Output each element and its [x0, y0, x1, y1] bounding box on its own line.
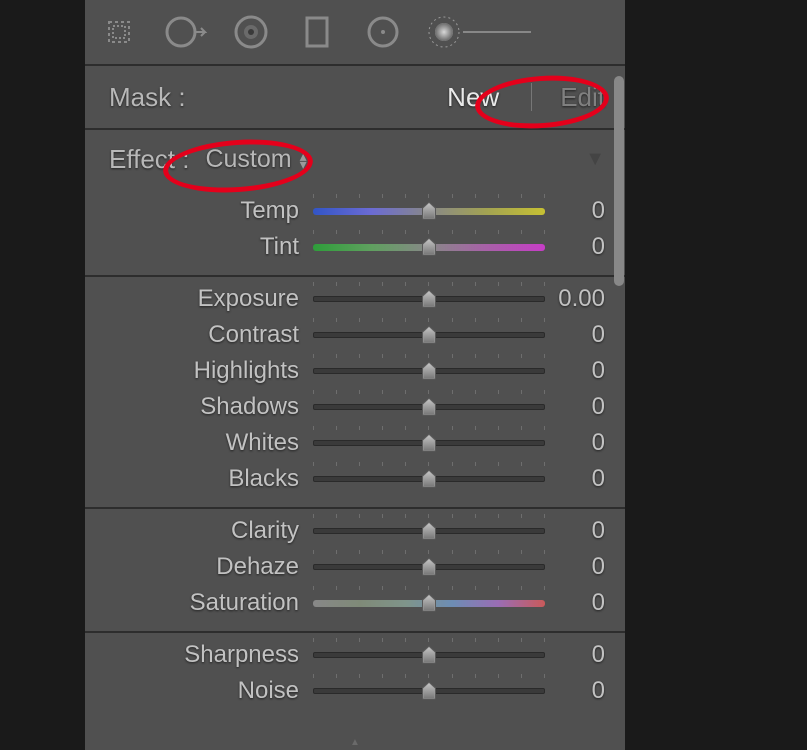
slider-handle-blacks[interactable] [421, 469, 438, 488]
slider-value-temp[interactable]: 0 [545, 197, 605, 225]
slider-saturation[interactable] [313, 592, 545, 614]
slider-label-highlights: Highlights [85, 357, 313, 385]
slider-handle-contrast[interactable] [421, 325, 438, 344]
slider-value-highlights[interactable]: 0 [545, 357, 605, 385]
slider-clarity[interactable] [313, 520, 545, 542]
radial-filter-tool-icon[interactable] [359, 8, 407, 56]
select-stepper-icon: ▴▾ [300, 152, 307, 168]
panel-resize-handle-icon[interactable]: ▲ [350, 737, 360, 748]
mask-edit-button: Edit [560, 82, 605, 113]
slider-value-tint[interactable]: 0 [545, 233, 605, 261]
panel-disclose-icon[interactable]: ▼ [585, 148, 605, 171]
slider-dehaze[interactable] [313, 556, 545, 578]
slider-value-exposure[interactable]: 0.00 [545, 285, 605, 313]
spot-removal-tool-icon[interactable] [161, 8, 209, 56]
mask-divider [531, 83, 532, 111]
slider-group-presence: Clarity 0 Dehaze 0 Saturation 0 [85, 509, 625, 633]
slider-value-blacks[interactable]: 0 [545, 465, 605, 493]
effect-header: Effect : Custom ▴▾ ▼ [85, 130, 625, 189]
effect-label: Effect : [109, 144, 189, 175]
slider-label-tint: Tint [85, 233, 313, 261]
slider-handle-highlights[interactable] [421, 361, 438, 380]
slider-exposure[interactable] [313, 288, 545, 310]
slider-handle-tint[interactable] [421, 237, 438, 256]
slider-value-dehaze[interactable]: 0 [545, 553, 605, 581]
slider-row-whites: Whites 0 [85, 425, 625, 461]
slider-label-whites: Whites [85, 429, 313, 457]
slider-handle-exposure[interactable] [421, 289, 438, 308]
slider-value-contrast[interactable]: 0 [545, 321, 605, 349]
slider-label-dehaze: Dehaze [85, 553, 313, 581]
slider-label-shadows: Shadows [85, 393, 313, 421]
slider-row-noise: Noise 0 [85, 673, 625, 709]
slider-row-blacks: Blacks 0 [85, 461, 625, 497]
mask-mode-row: Mask : New Edit [85, 66, 625, 130]
slider-row-temp: Temp 0 [85, 193, 625, 229]
slider-tint[interactable] [313, 236, 545, 258]
slider-temp[interactable] [313, 200, 545, 222]
slider-handle-dehaze[interactable] [421, 557, 438, 576]
slider-value-whites[interactable]: 0 [545, 429, 605, 457]
slider-row-tint: Tint 0 [85, 229, 625, 265]
slider-label-saturation: Saturation [85, 589, 313, 617]
tool-strip [85, 0, 625, 66]
slider-label-contrast: Contrast [85, 321, 313, 349]
red-eye-tool-icon[interactable] [227, 8, 275, 56]
slider-contrast[interactable] [313, 324, 545, 346]
slider-value-sharpness[interactable]: 0 [545, 641, 605, 669]
brush-size-track[interactable] [463, 31, 531, 33]
effect-preset-select[interactable]: Custom ▴▾ [205, 145, 306, 174]
slider-row-highlights: Highlights 0 [85, 353, 625, 389]
slider-value-shadows[interactable]: 0 [545, 393, 605, 421]
slider-group-wb: Temp 0 Tint 0 [85, 189, 625, 277]
slider-label-blacks: Blacks [85, 465, 313, 493]
masking-panel: Mask : New Edit Effect : Custom ▴▾ ▼ Tem… [85, 0, 625, 750]
crop-tool-icon[interactable] [95, 8, 143, 56]
slider-row-clarity: Clarity 0 [85, 513, 625, 549]
slider-noise[interactable] [313, 680, 545, 702]
slider-row-exposure: Exposure 0.00 [85, 281, 625, 317]
slider-label-clarity: Clarity [85, 517, 313, 545]
slider-group-detail: Sharpness 0 Noise 0 [85, 633, 625, 719]
slider-handle-sharpness[interactable] [421, 645, 438, 664]
slider-row-saturation: Saturation 0 [85, 585, 625, 621]
slider-whites[interactable] [313, 432, 545, 454]
slider-value-saturation[interactable]: 0 [545, 589, 605, 617]
mask-new-button[interactable]: New [443, 82, 503, 113]
slider-label-sharpness: Sharpness [85, 641, 313, 669]
slider-handle-clarity[interactable] [421, 521, 438, 540]
slider-group-tone: Exposure 0.00 Contrast 0 Highlights 0 Shadows 0… [85, 277, 625, 509]
slider-row-contrast: Contrast 0 [85, 317, 625, 353]
mask-label: Mask : [109, 82, 186, 113]
slider-row-shadows: Shadows 0 [85, 389, 625, 425]
slider-handle-shadows[interactable] [421, 397, 438, 416]
slider-row-dehaze: Dehaze 0 [85, 549, 625, 585]
slider-value-clarity[interactable]: 0 [545, 517, 605, 545]
graduated-filter-tool-icon[interactable] [293, 8, 341, 56]
slider-label-temp: Temp [85, 197, 313, 225]
slider-blacks[interactable] [313, 468, 545, 490]
slider-sharpness[interactable] [313, 644, 545, 666]
adjustment-brush-tool-icon[interactable] [425, 8, 531, 56]
slider-label-noise: Noise [85, 677, 313, 705]
panel-scrollbar[interactable] [614, 76, 624, 286]
slider-shadows[interactable] [313, 396, 545, 418]
slider-row-sharpness: Sharpness 0 [85, 637, 625, 673]
slider-label-exposure: Exposure [85, 285, 313, 313]
slider-handle-temp[interactable] [421, 201, 438, 220]
slider-handle-noise[interactable] [421, 681, 438, 700]
effect-preset-value: Custom [205, 145, 291, 174]
slider-handle-saturation[interactable] [421, 593, 438, 612]
slider-highlights[interactable] [313, 360, 545, 382]
slider-value-noise[interactable]: 0 [545, 677, 605, 705]
slider-handle-whites[interactable] [421, 433, 438, 452]
